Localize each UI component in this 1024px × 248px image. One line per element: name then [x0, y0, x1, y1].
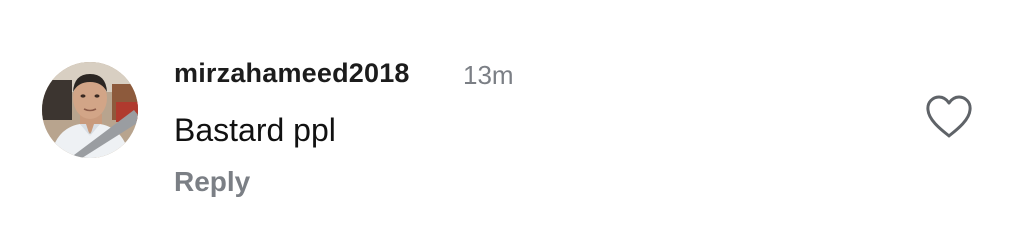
avatar-photo: [42, 62, 138, 158]
comment-text: Bastard ppl: [174, 112, 336, 148]
like-button[interactable]: [924, 94, 974, 140]
comment-username[interactable]: mirzahameed2018: [174, 58, 410, 89]
reply-button[interactable]: Reply: [174, 166, 250, 198]
avatar[interactable]: [42, 62, 138, 158]
heart-outline-icon: [926, 95, 972, 138]
comment-timestamp: 13m: [463, 60, 514, 90]
comment-item: mirzahameed2018 13m Bastard ppl Reply: [0, 0, 1024, 248]
